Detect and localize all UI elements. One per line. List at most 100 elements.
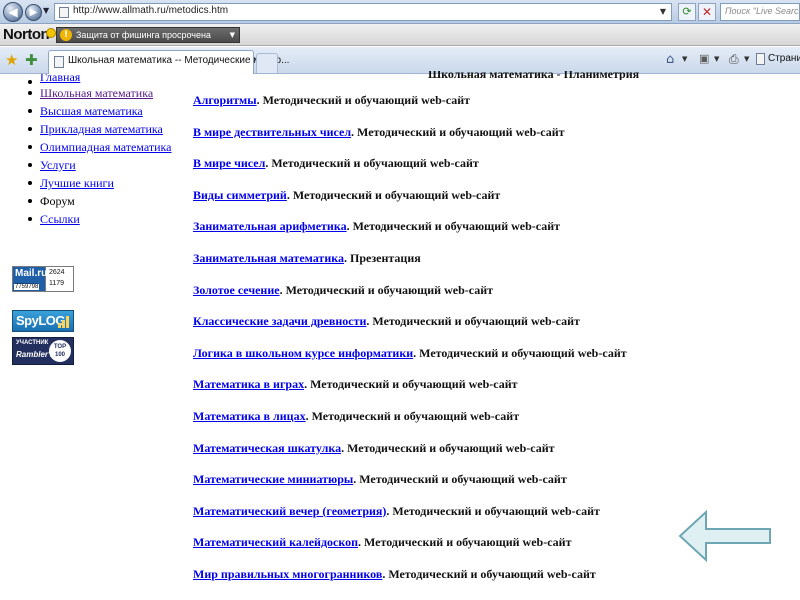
home-dropdown-icon[interactable]: ▼ <box>682 55 687 63</box>
left-arrow-icon <box>678 509 771 563</box>
resource-description: . Методический и обучающий web-сайт <box>353 472 567 487</box>
resource-description: . Методический и обучающий web-сайт <box>351 124 565 139</box>
resource-description: . Методический и обучающий web-сайт <box>382 566 596 581</box>
list-item: В мире чисел. Методический и обучающий w… <box>193 155 793 187</box>
list-item: Мир правильных многогранников. Методичес… <box>193 566 793 598</box>
sidebar-menu: Главная Школьная математика Высшая математ… <box>24 74 171 229</box>
spylog-counter[interactable]: SpyLOG <box>12 310 74 332</box>
page-icon <box>54 56 64 68</box>
list-item: Логика в школьном курсе информатики. Мет… <box>193 345 793 377</box>
mail-ru-logo: Mail.ru 7759798 <box>13 267 48 291</box>
resource-link[interactable]: Математика в играх <box>193 377 304 391</box>
tab-active[interactable]: Школьная математика -- Методические мате… <box>48 50 289 74</box>
list-item: Математика в лицах. Методический и обуча… <box>193 408 793 440</box>
resource-link[interactable]: Логика в школьном курсе информатики <box>193 346 413 360</box>
resource-link[interactable]: Математика в лицах <box>193 409 306 423</box>
search-placeholder[interactable]: Поиск "Live Search" <box>725 6 799 16</box>
mail-count-1: 2624 <box>49 269 65 276</box>
page-icon <box>59 7 69 18</box>
norton-toolbar: Norton ! Защита от фишинга просрочена ▼ <box>0 24 800 46</box>
norton-logo: Norton <box>3 26 50 43</box>
list-item: В мире дествительных чисел. Методический… <box>193 124 793 156</box>
search-input[interactable]: Поиск "Live Search" <box>720 3 800 21</box>
resource-description: . Презентация <box>343 250 421 265</box>
resource-description: . Методический и обучающий web-сайт <box>279 282 494 297</box>
resource-link[interactable]: В мире чисел <box>193 156 265 170</box>
resource-description: . Методический и обучающий web-сайт <box>358 535 572 550</box>
history-dropdown-icon[interactable]: ▼ <box>43 6 49 15</box>
resource-description: . Методический и обучающий web-сайт <box>413 345 627 360</box>
mail-ru-logo-text: Mail.ru <box>15 268 48 279</box>
resource-link[interactable]: Алгоритмы <box>193 93 257 107</box>
resource-description: . Методический и обучающий web-сайт <box>305 408 520 423</box>
back-arrow-icon[interactable]: ◀ <box>3 2 23 22</box>
sidebar-menu-item[interactable]: Прикладная математика <box>24 121 171 139</box>
url-text[interactable]: http://www.allmath.ru/metodics.htm <box>73 5 228 16</box>
rambler-top100-counter[interactable]: УЧАСТНИК Rambler's TOP 100 <box>12 337 74 365</box>
resource-link[interactable]: Виды симметрий <box>193 188 287 202</box>
top100-seal-icon: TOP 100 <box>49 340 71 362</box>
resource-link[interactable]: Классические задачи древности <box>193 314 366 328</box>
sidebar-menu-item[interactable]: Высшая математика <box>24 103 171 121</box>
resource-link[interactable]: Занимательная арифметика <box>193 219 347 233</box>
home-icon[interactable]: ⌂ <box>666 52 674 67</box>
tab-bar: ★ ✚ Школьная математика -- Методические … <box>0 47 800 74</box>
resource-link[interactable]: Мир правильных многогранников <box>193 567 382 581</box>
resource-link[interactable]: Золотое сечение <box>193 283 280 297</box>
sidebar: Главная Школьная математика Высшая математ… <box>0 74 186 600</box>
refresh-icon[interactable]: ⟳ <box>678 3 696 21</box>
resource-description: . Методический и обучающий web-сайт <box>304 377 518 392</box>
page-title: Школьная математика - Планиметрия <box>428 71 640 80</box>
list-item: Занимательная математика. Презентация <box>193 250 793 282</box>
sidebar-menu-item[interactable]: Лучшие книги <box>24 175 171 193</box>
sidebar-menu-item[interactable]: Олимпиадная математика <box>24 139 171 157</box>
list-item: Золотое сечение. Методический и обучающи… <box>193 282 793 314</box>
resource-description: . Методический и обучающий web-сайт <box>265 156 479 171</box>
printer-icon[interactable]: ⎙ <box>729 52 739 67</box>
print-dropdown-icon[interactable]: ▼ <box>744 55 749 63</box>
feed-dropdown-icon[interactable]: ▼ <box>714 55 719 63</box>
address-bar: ◀ ▶ ▼ http://www.allmath.ru/metodics.htm… <box>0 0 800 24</box>
sidebar-menu-item: Форум <box>24 193 171 211</box>
sidebar-menu-item[interactable]: Школьная математика <box>24 85 171 103</box>
new-tab-button[interactable] <box>256 53 278 73</box>
norton-check-icon <box>46 28 56 38</box>
resource-link[interactable]: Математический вечер (геометрия) <box>193 504 386 518</box>
forward-arrow-icon[interactable]: ▶ <box>25 4 42 21</box>
warning-icon: ! <box>60 29 72 41</box>
resource-description: . Методический и обучающий web-сайт <box>286 187 501 202</box>
list-item: Классические задачи древности. Методичес… <box>193 313 793 345</box>
resource-link[interactable]: Математический калейдоскоп <box>193 535 358 549</box>
chevron-down-icon[interactable]: ▼ <box>230 31 235 39</box>
resource-description: . Методический и обучающий web-сайт <box>256 93 471 107</box>
mail-counter-values: 2624 1179 <box>45 267 73 291</box>
resource-link[interactable]: Математические миниатюры <box>193 472 353 486</box>
phishing-status-dropdown[interactable]: ! Защита от фишинга просрочена ▼ <box>56 27 240 43</box>
list-item: Математические миниатюры. Методический и… <box>193 471 793 503</box>
sidebar-menu-item[interactable]: Главная <box>24 74 171 85</box>
rambler-participant-text: УЧАСТНИК <box>16 340 49 346</box>
list-item: Математика в играх. Методический и обуча… <box>193 376 793 408</box>
mail-count-3: 1179 <box>49 280 65 287</box>
resource-description: . Методический и обучающий web-сайт <box>366 314 580 329</box>
stop-icon[interactable]: ✕ <box>698 3 716 21</box>
phishing-status-text: Защита от фишинга просрочена <box>76 30 211 40</box>
page-menu[interactable]: Страница <box>768 53 800 64</box>
list-item: Математическая шкатулка. Методический и … <box>193 440 793 472</box>
add-favorite-icon[interactable]: ✚ <box>25 51 38 69</box>
resource-link[interactable]: В мире дествительных чисел <box>193 125 351 139</box>
mail-count-2: 7759798 <box>14 284 40 290</box>
url-field[interactable]: http://www.allmath.ru/metodics.htm ▼ <box>54 3 672 21</box>
star-icon[interactable]: ★ <box>5 51 18 69</box>
sidebar-menu-item[interactable]: Ссылки <box>24 211 171 229</box>
resource-link[interactable]: Занимательная математика <box>193 251 344 265</box>
resource-description: . Методический и обучающий web-сайт <box>386 503 600 518</box>
rss-feed-icon[interactable]: ▣ <box>699 52 709 65</box>
resource-description: . Методический и обучающий web-сайт <box>341 440 555 455</box>
resource-link[interactable]: Математическая шкатулка <box>193 441 341 455</box>
list-item: Виды симметрий. Методический и обучающий… <box>193 187 793 219</box>
mail-ru-counter[interactable]: Mail.ru 7759798 2624 1179 <box>12 266 74 292</box>
sidebar-menu-item[interactable]: Услуги <box>24 157 171 175</box>
list-item: Занимательная арифметика. Методический и… <box>193 218 793 250</box>
url-dropdown-icon[interactable]: ▼ <box>660 7 666 16</box>
